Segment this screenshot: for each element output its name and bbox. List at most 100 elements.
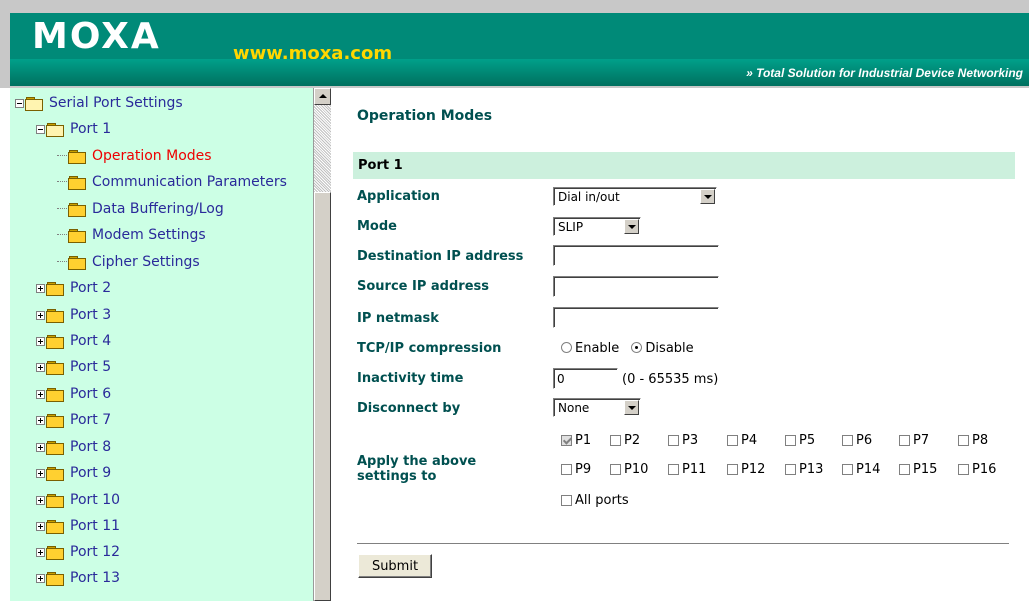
sidebar-scrollbar[interactable]	[314, 88, 331, 601]
checkbox-icon[interactable]	[610, 435, 621, 446]
apply-port-p2-checkbox[interactable]: P2	[610, 433, 640, 448]
checkbox-icon[interactable]	[668, 464, 679, 475]
folder-icon	[46, 466, 64, 481]
checkbox-icon[interactable]	[561, 435, 572, 446]
submit-button[interactable]: Submit	[358, 554, 432, 578]
tree-item-port-8[interactable]: Port 8	[36, 436, 111, 458]
apply-port-p5-checkbox[interactable]: P5	[785, 433, 815, 448]
tree-item-port-7[interactable]: Port 7	[36, 409, 111, 431]
tree-label: Port 3	[70, 307, 112, 323]
folder-icon	[46, 519, 64, 534]
tree-item-port-4[interactable]: Port 4	[36, 330, 111, 352]
tree-item-port-2[interactable]: Port 2	[36, 277, 111, 299]
tree-branch-line	[57, 181, 67, 183]
source-ip-input[interactable]	[553, 276, 719, 297]
tree-item-port-5[interactable]: Port 5	[36, 356, 111, 378]
apply-port-p15-checkbox[interactable]: P15	[899, 462, 937, 477]
expand-icon[interactable]	[36, 310, 45, 320]
tree-item-port-13[interactable]: Port 13	[36, 567, 120, 589]
tree-item-port-10[interactable]: Port 10	[36, 489, 120, 511]
checkbox-icon[interactable]	[899, 464, 910, 475]
dropdown-arrow-icon[interactable]	[624, 400, 639, 415]
expand-icon[interactable]	[36, 362, 45, 372]
expand-icon[interactable]	[36, 336, 45, 346]
checkbox-icon[interactable]	[727, 464, 738, 475]
apply-port-p11-checkbox[interactable]: P11	[668, 462, 706, 477]
tagline: » Total Solution for Industrial Device N…	[746, 66, 1023, 80]
tree-label: Port 12	[70, 544, 121, 560]
scroll-thumb[interactable]	[314, 192, 331, 601]
checkbox-icon[interactable]	[610, 464, 621, 475]
checkbox-icon[interactable]	[785, 435, 796, 446]
expand-icon[interactable]	[36, 283, 45, 293]
navigation-tree: Serial Port Settings Port 1 Operation Mo…	[10, 88, 314, 601]
dropdown-arrow-icon[interactable]	[624, 219, 639, 234]
checkbox-icon[interactable]	[899, 435, 910, 446]
application-select[interactable]: Dial in/out	[553, 187, 717, 206]
apply-port-p8-checkbox[interactable]: P8	[958, 433, 988, 448]
checkbox-label: P14	[856, 462, 881, 477]
apply-port-p14-checkbox[interactable]: P14	[842, 462, 880, 477]
enable-radio[interactable]	[561, 342, 572, 353]
tree-item-communication-parameters[interactable]: Communication Parameters	[57, 171, 287, 193]
expand-icon[interactable]	[36, 573, 45, 583]
dropdown-arrow-icon[interactable]	[700, 189, 715, 204]
apply-port-p12-checkbox[interactable]: P12	[727, 462, 765, 477]
apply-port-p9-checkbox[interactable]: P9	[561, 462, 591, 477]
expand-icon[interactable]	[36, 547, 45, 557]
tree-item-modem-settings[interactable]: Modem Settings	[57, 224, 206, 246]
tree-item-port-9[interactable]: Port 9	[36, 462, 111, 484]
apply-port-p10-checkbox[interactable]: P10	[610, 462, 648, 477]
checkbox-icon[interactable]	[785, 464, 796, 475]
apply-port-p1-checkbox[interactable]: P1	[561, 433, 591, 448]
folder-icon	[68, 175, 86, 190]
expand-icon[interactable]	[36, 442, 45, 452]
tree-item-operation-modes[interactable]: Operation Modes	[57, 145, 212, 167]
checkbox-icon[interactable]	[958, 435, 969, 446]
collapse-icon[interactable]	[36, 124, 45, 134]
expand-icon[interactable]	[36, 521, 45, 531]
expand-icon[interactable]	[36, 495, 45, 505]
checkbox-icon[interactable]	[668, 435, 679, 446]
tree-item-data-buffering-log[interactable]: Data Buffering/Log	[57, 198, 224, 220]
inactivity-time-input[interactable]	[553, 368, 618, 389]
disconnect-by-select[interactable]: None	[553, 398, 641, 417]
expand-icon[interactable]	[36, 415, 45, 425]
all-ports-checkbox[interactable]: All ports	[561, 493, 629, 508]
tree-item-cipher-settings[interactable]: Cipher Settings	[57, 251, 200, 273]
scroll-up-arrow-icon[interactable]	[314, 88, 331, 105]
mode-select[interactable]: SLIP	[553, 217, 641, 236]
tree-item-port-12[interactable]: Port 12	[36, 541, 120, 563]
expand-icon[interactable]	[36, 468, 45, 478]
checkbox-icon[interactable]	[561, 464, 572, 475]
apply-port-p6-checkbox[interactable]: P6	[842, 433, 872, 448]
scroll-track[interactable]	[314, 105, 331, 192]
checkbox-icon[interactable]	[958, 464, 969, 475]
apply-port-p7-checkbox[interactable]: P7	[899, 433, 929, 448]
destination-ip-input[interactable]	[553, 245, 719, 266]
tree-item-port-11[interactable]: Port 11	[36, 515, 120, 537]
apply-port-p3-checkbox[interactable]: P3	[668, 433, 698, 448]
folder-icon	[46, 545, 64, 560]
apply-port-p13-checkbox[interactable]: P13	[785, 462, 823, 477]
tree-item-port-3[interactable]: Port 3	[36, 304, 111, 326]
tree-item-serial-port-settings[interactable]: Serial Port Settings	[15, 92, 183, 114]
checkbox-icon[interactable]	[842, 435, 853, 446]
tree-item-port-6[interactable]: Port 6	[36, 383, 111, 405]
apply-settings-label: Apply the above settings to	[357, 454, 477, 484]
ip-netmask-input[interactable]	[553, 307, 719, 328]
checkbox-icon[interactable]	[842, 464, 853, 475]
folder-icon	[46, 360, 64, 375]
tree-label: Port 5	[70, 359, 112, 375]
expand-icon[interactable]	[36, 389, 45, 399]
disable-radio[interactable]	[631, 342, 643, 353]
apply-port-p4-checkbox[interactable]: P4	[727, 433, 757, 448]
folder-icon	[68, 255, 86, 270]
checkbox-icon[interactable]	[727, 435, 738, 446]
tree-item-port-1[interactable]: Port 1	[36, 118, 111, 140]
disconnect-by-label: Disconnect by	[357, 401, 461, 416]
compression-radio-group: Enable Disable	[561, 341, 702, 356]
checkbox-icon[interactable]	[561, 495, 572, 506]
apply-port-p16-checkbox[interactable]: P16	[958, 462, 996, 477]
collapse-icon[interactable]	[15, 98, 24, 108]
